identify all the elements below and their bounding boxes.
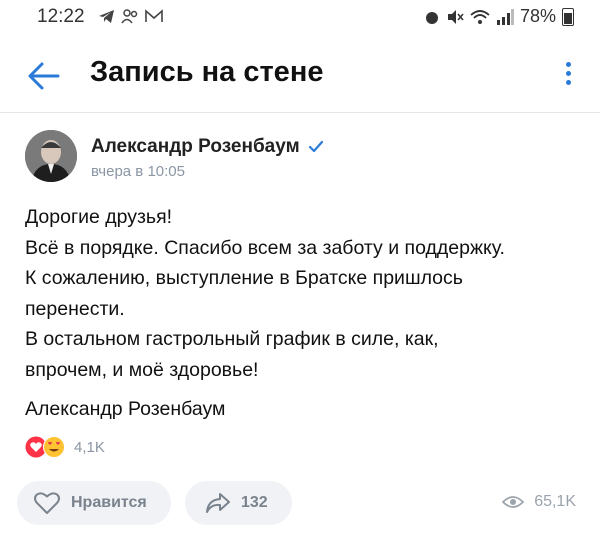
like-label: Нравится <box>71 494 147 511</box>
post-line: Всё в порядке. Спасибо всем за заботу и … <box>25 236 505 259</box>
post-line: впрочем, и моё здоровье! <box>25 358 259 381</box>
alarm-icon <box>425 11 438 24</box>
like-button[interactable]: Нравится <box>17 481 171 525</box>
post-time[interactable]: вчера в 10:05 <box>91 163 185 180</box>
post-line: К сожалению, выступление в Братске пришл… <box>25 267 463 289</box>
top-bar: Запись на стене <box>0 40 600 110</box>
back-arrow-icon[interactable] <box>26 60 60 92</box>
post-text: Дорогие друзья! Всё в порядке. Спасибо в… <box>25 202 585 385</box>
like-outline-icon <box>34 492 60 514</box>
avatar[interactable] <box>25 130 77 182</box>
more-vertical-icon[interactable] <box>560 58 576 94</box>
status-system-icons: 78% <box>424 6 574 27</box>
views-count: 65,1K <box>534 493 576 510</box>
battery-percent: 78% <box>519 6 556 26</box>
mute-icon <box>447 9 464 24</box>
share-button[interactable]: 132 <box>185 481 292 525</box>
header-divider <box>0 112 600 113</box>
battery-icon <box>562 7 574 26</box>
post-line: перенести. <box>25 297 125 320</box>
eye-icon <box>502 496 525 508</box>
post-line: В остальном гастрольный график в силе, к… <box>25 328 439 350</box>
views-counter: 65,1K <box>502 493 576 511</box>
avatar-photo <box>25 130 77 182</box>
status-time: 12:22 <box>37 6 85 27</box>
signal-icon <box>496 8 514 25</box>
reactions-count: 4,1K <box>74 438 105 456</box>
author-name-label: Александр Розенбаум <box>91 136 300 157</box>
status-notification-icons <box>98 8 163 24</box>
post-line: Дорогие друзья! <box>25 206 173 228</box>
telegram-icon <box>99 9 114 23</box>
people-icon <box>121 9 138 24</box>
wifi-icon <box>470 9 490 24</box>
mail-icon <box>145 9 163 22</box>
love-eyes-reaction-icon <box>43 436 65 458</box>
verified-icon <box>308 140 323 153</box>
post-signature: Александр Розенбаум <box>25 398 226 420</box>
page-title: Запись на стене <box>90 56 324 88</box>
share-count: 132 <box>241 494 268 511</box>
status-bar: 12:22 78% <box>0 0 600 36</box>
author-name[interactable]: Александр Розенбаум <box>91 136 324 158</box>
share-arrow-icon <box>206 493 230 513</box>
reactions-summary[interactable]: 4,1K <box>25 436 105 458</box>
